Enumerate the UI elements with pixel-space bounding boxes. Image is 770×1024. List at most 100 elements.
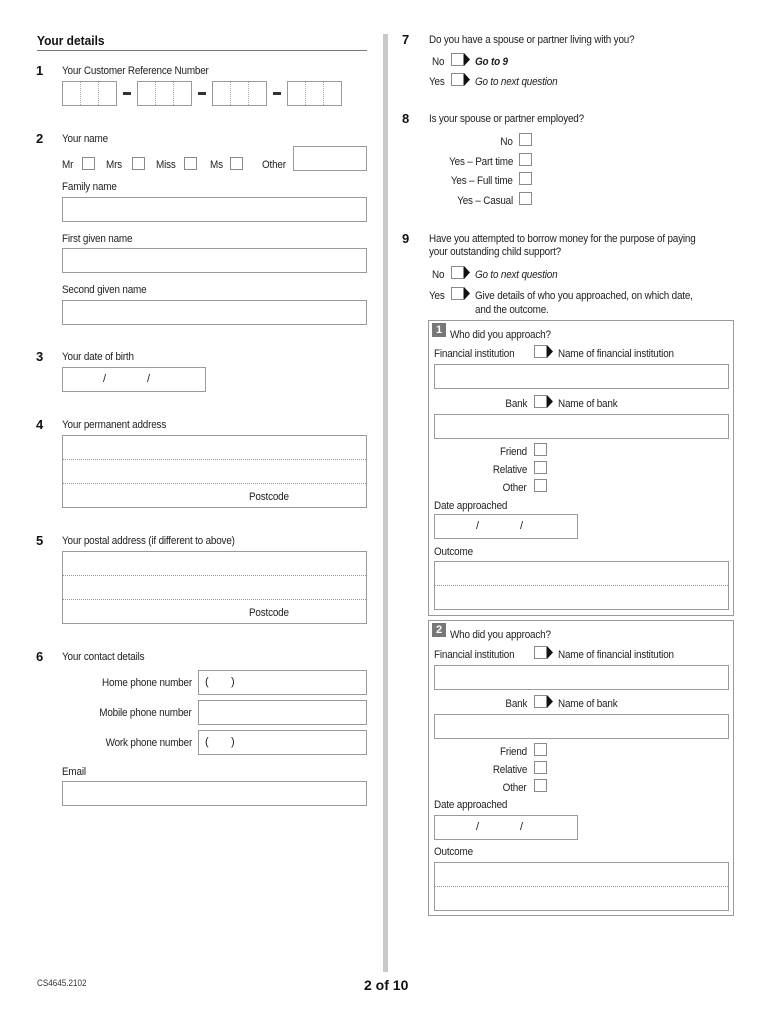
title-ms-label: Ms	[210, 159, 223, 171]
spouse-yes-instruction: Go to next question	[475, 76, 558, 88]
title-miss-checkbox[interactable]	[184, 157, 197, 170]
date-separator: /	[147, 373, 151, 385]
relative-checkbox[interactable]	[534, 461, 547, 474]
other-checkbox[interactable]	[534, 479, 547, 492]
bank-checkbox[interactable]	[534, 695, 554, 708]
address-line-divider	[63, 599, 366, 600]
relative-label: Relative	[492, 464, 528, 476]
address-line-divider	[63, 575, 366, 576]
spouse-employed-label: Is your spouse or partner employed?	[429, 113, 584, 125]
section-title: Your details	[37, 33, 105, 48]
contact-details-label: Your contact details	[62, 651, 145, 663]
page-indicator: 2 of 10	[364, 977, 409, 993]
employed-full-time-checkbox[interactable]	[519, 172, 532, 185]
borrow-yes-label: Yes	[429, 290, 445, 302]
title-other-input[interactable]	[293, 146, 367, 171]
bank-name-label: Name of bank	[558, 698, 618, 710]
employed-part-time-label: Yes – Part time	[448, 156, 513, 168]
title-mrs-label: Mrs	[106, 159, 122, 171]
your-name-label: Your name	[62, 133, 108, 145]
approach-panel-2: 2 Who did you approach? Financial instit…	[428, 620, 734, 916]
title-ms-checkbox[interactable]	[230, 157, 243, 170]
email-label: Email	[62, 766, 86, 778]
home-phone-label: Home phone number	[102, 677, 192, 689]
address-line-divider	[63, 459, 366, 460]
date-separator: /	[520, 821, 524, 833]
borrow-no-checkbox[interactable]	[451, 266, 471, 279]
outcome-label: Outcome	[434, 846, 473, 858]
friend-checkbox[interactable]	[534, 743, 547, 756]
financial-institution-name-input[interactable]	[434, 364, 729, 389]
crn-segment-1[interactable]	[62, 81, 117, 106]
bank-name-label: Name of bank	[558, 398, 618, 410]
borrow-yes-instruction-line2: and the outcome.	[475, 304, 549, 316]
friend-label: Friend	[500, 446, 527, 458]
outcome-line-divider	[435, 886, 728, 887]
second-given-name-input[interactable]	[62, 300, 367, 325]
home-phone-input[interactable]: ( )	[198, 670, 367, 695]
relative-label: Relative	[492, 764, 528, 776]
question-number-3: 3	[36, 349, 44, 364]
spouse-yes-label: Yes	[429, 76, 445, 88]
area-code-close: )	[231, 676, 235, 688]
title-mrs-checkbox[interactable]	[132, 157, 145, 170]
first-given-name-input[interactable]	[62, 248, 367, 273]
employed-no-checkbox[interactable]	[519, 133, 532, 146]
outcome-input[interactable]	[434, 862, 729, 911]
permanent-postcode-label: Postcode	[249, 491, 289, 503]
date-of-birth-input[interactable]: / /	[62, 367, 206, 392]
work-phone-input[interactable]: ( )	[198, 730, 367, 755]
email-input[interactable]	[62, 781, 367, 806]
employed-casual-checkbox[interactable]	[519, 192, 532, 205]
relative-checkbox[interactable]	[534, 761, 547, 774]
financial-institution-checkbox[interactable]	[534, 345, 554, 358]
second-given-name-label: Second given name	[62, 284, 147, 296]
mobile-phone-label: Mobile phone number	[99, 707, 193, 719]
borrow-yes-checkbox[interactable]	[451, 287, 471, 300]
financial-institution-label: Financial institution	[434, 649, 515, 661]
bank-label: Bank	[505, 398, 527, 410]
bank-checkbox[interactable]	[534, 395, 554, 408]
date-of-birth-label: Your date of birth	[62, 351, 134, 363]
crn-segment-3[interactable]	[212, 81, 267, 106]
family-name-input[interactable]	[62, 197, 367, 222]
postal-address-input[interactable]: Postcode	[62, 551, 367, 624]
spouse-no-label: No	[432, 56, 445, 68]
borrow-question-line1: Have you attempted to borrow money for t…	[429, 233, 696, 245]
question-number-2: 2	[36, 131, 44, 146]
title-mr-checkbox[interactable]	[82, 157, 95, 170]
bank-name-input[interactable]	[434, 714, 729, 739]
date-separator: /	[103, 373, 107, 385]
title-mr-label: Mr	[62, 159, 74, 171]
friend-label: Friend	[500, 746, 527, 758]
first-given-name-label: First given name	[62, 233, 133, 245]
question-number-7: 7	[402, 32, 410, 47]
financial-institution-name-label: Name of financial institution	[558, 649, 674, 661]
section-rule	[37, 50, 367, 51]
spouse-no-instruction: Go to 9	[475, 56, 508, 68]
crn-segment-2[interactable]	[137, 81, 192, 106]
spouse-no-checkbox[interactable]	[451, 53, 471, 66]
postal-postcode-label: Postcode	[249, 607, 289, 619]
date-separator: /	[520, 520, 524, 532]
other-checkbox[interactable]	[534, 779, 547, 792]
financial-institution-checkbox[interactable]	[534, 646, 554, 659]
outcome-input[interactable]	[434, 561, 729, 610]
friend-checkbox[interactable]	[534, 443, 547, 456]
bank-name-input[interactable]	[434, 414, 729, 439]
area-code-close: )	[231, 736, 235, 748]
spouse-yes-checkbox[interactable]	[451, 73, 471, 86]
date-approached-input[interactable]: / /	[434, 815, 578, 840]
crn-segment-4[interactable]	[287, 81, 342, 106]
mobile-phone-input[interactable]	[198, 700, 367, 725]
address-line-divider	[63, 483, 366, 484]
financial-institution-name-input[interactable]	[434, 665, 729, 690]
area-code-open: (	[205, 736, 209, 748]
outcome-line-divider	[435, 585, 728, 586]
area-code-open: (	[205, 676, 209, 688]
employed-part-time-checkbox[interactable]	[519, 153, 532, 166]
date-approached-input[interactable]: / /	[434, 514, 578, 539]
permanent-address-input[interactable]: Postcode	[62, 435, 367, 508]
other-label: Other	[503, 782, 527, 794]
bank-label: Bank	[505, 698, 527, 710]
